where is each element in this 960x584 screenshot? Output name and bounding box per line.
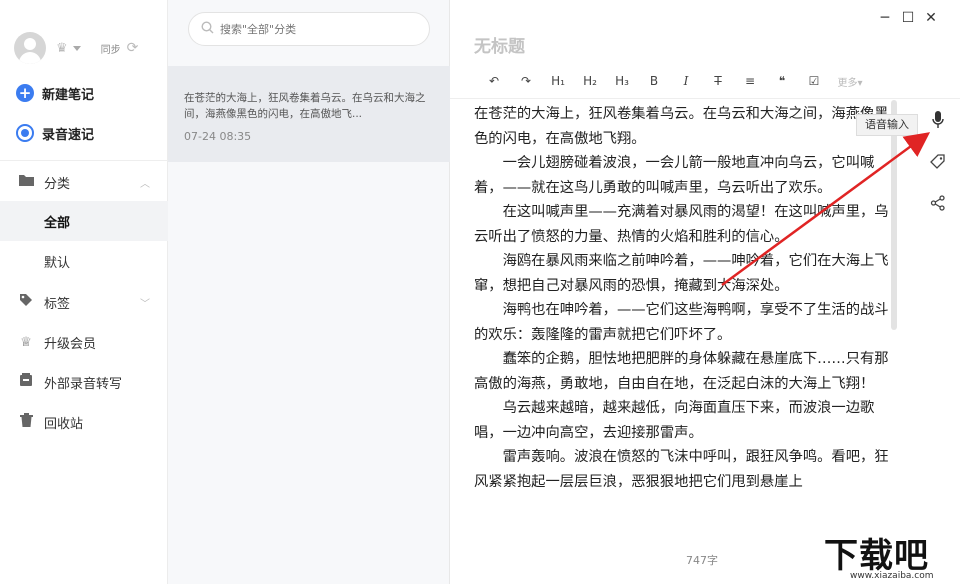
crown-icon: ♕ <box>20 334 32 350</box>
heading3-button[interactable]: H₃ <box>606 74 638 88</box>
nav-tags-label: 标签 <box>44 296 71 312</box>
nav-all[interactable]: 全部 <box>0 201 168 241</box>
new-note-label: 新建笔记 <box>42 87 95 103</box>
watermark-url: www.xiazaiba.com <box>850 571 934 581</box>
chevron-down-icon[interactable] <box>72 45 81 51</box>
paragraph: 蠢笨的企鹅，胆怯地把肥胖的身体躲藏在悬崖底下……只有那高傲的海燕，勇敢地，自由自… <box>474 351 889 392</box>
tag-icon[interactable] <box>926 150 950 174</box>
paragraph: 乌云越来越暗，越来越低，向海面直压下来，而波浪一边歌唱，一边冲向高空，去迎接那雷… <box>474 400 875 441</box>
document-title[interactable]: 无标题 <box>474 32 525 57</box>
watermark-logo: 下载吧 www.xiazaiba.com <box>824 528 960 584</box>
format-toolbar: ↶ ↷ H₁ H₂ H₃ B I T ≡ ❝ ☑ 更多▾ <box>478 70 870 92</box>
account-bar: ♛ 同步 ⟳ <box>14 30 164 66</box>
heading2-button[interactable]: H₂ <box>574 74 606 88</box>
note-date: 07-24 08:35 <box>184 130 252 143</box>
editor-panel: ─ ☐ ✕ 无标题 ↶ ↷ H₁ H₂ H₃ B I T ≡ ❝ ☑ 更多▾ 在… <box>450 0 960 584</box>
nav-trash-label: 回收站 <box>44 416 84 432</box>
new-note-button[interactable]: + 新建笔记 <box>16 81 94 105</box>
paragraph: 雷声轰响。波浪在愤怒的飞沫中呼叫，跟狂风争鸣。看吧，狂风紧紧抱起一层层巨浪，恶狠… <box>474 449 889 490</box>
plus-icon: + <box>16 84 34 102</box>
paragraph: 在苍茫的大海上，狂风卷集着乌云。在乌云和大海之间，海燕像黑色的闪电，在高傲地飞翔… <box>474 106 889 147</box>
search-box[interactable] <box>188 12 430 46</box>
minimize-icon[interactable]: ─ <box>876 10 894 26</box>
align-button[interactable]: ≡ <box>734 74 766 88</box>
sidebar: ♛ 同步 ⟳ + 新建笔记 录音速记 分类 ︿ 全部 默认 标签 ﹀ ♕ 升级会… <box>0 0 168 584</box>
nav-category-label: 分类 <box>44 176 71 192</box>
nav-tags[interactable]: 标签 ﹀ <box>0 282 168 322</box>
maximize-icon[interactable]: ☐ <box>899 10 917 26</box>
nav-transcribe-label: 外部录音转写 <box>44 376 123 392</box>
paragraph: 海鸥在暴风雨来临之前呻吟着，——呻吟着，它们在大海上飞窜，想把自己对暴风雨的恐惧… <box>474 253 889 294</box>
tag-icon <box>18 293 34 311</box>
close-icon[interactable]: ✕ <box>922 10 940 26</box>
nav-all-label: 全部 <box>44 215 71 231</box>
strikethrough-button[interactable]: T <box>702 74 734 88</box>
paragraph: 一会儿翅膀碰着波浪，一会儿箭一般地直冲向乌云，它叫喊着，——就在这鸟儿勇敢的叫喊… <box>474 155 875 196</box>
nav-category[interactable]: 分类 ︿ <box>0 162 168 202</box>
sync-icon[interactable]: ⟳ <box>127 40 139 56</box>
search-icon <box>201 20 214 38</box>
nav-trash[interactable]: 回收站 <box>0 402 168 442</box>
italic-button[interactable]: I <box>670 74 702 88</box>
nav-default[interactable]: 默认 <box>0 241 168 281</box>
trash-icon <box>18 413 34 431</box>
sync-label[interactable]: 同步 <box>101 41 121 56</box>
crown-icon[interactable]: ♛ <box>56 41 68 56</box>
bold-button[interactable]: B <box>638 74 670 88</box>
notes-list-panel: 在苍茫的大海上，狂风卷集着乌云。在乌云和大海之间，海燕像黑色的闪电，在高傲地飞.… <box>168 0 450 584</box>
search-input[interactable] <box>220 22 400 36</box>
editor-content[interactable]: 在苍茫的大海上，狂风卷集着乌云。在乌云和大海之间，海燕像黑色的闪电，在高傲地飞翔… <box>474 102 892 532</box>
watermark-text: 下载吧 <box>824 536 929 576</box>
note-preview: 在苍茫的大海上，狂风卷集着乌云。在乌云和大海之间，海燕像黑色的闪电，在高傲地飞.… <box>184 92 426 120</box>
chevron-down-icon[interactable]: ﹀ <box>140 295 150 310</box>
divider <box>0 160 168 161</box>
heading1-button[interactable]: H₁ <box>542 74 574 88</box>
recorder-icon <box>18 373 34 391</box>
divider <box>450 98 960 99</box>
list-item[interactable]: 在苍茫的大海上，狂风卷集着乌云。在乌云和大海之间，海燕像黑色的闪电，在高傲地飞.… <box>168 66 450 162</box>
redo-button[interactable]: ↷ <box>510 74 542 88</box>
nav-transcribe[interactable]: 外部录音转写 <box>0 362 168 402</box>
nav-upgrade[interactable]: ♕ 升级会员 <box>0 322 168 362</box>
nav-default-label: 默认 <box>44 255 71 271</box>
avatar[interactable] <box>14 32 46 64</box>
voice-memo-button[interactable]: 录音速记 <box>16 121 94 145</box>
undo-button[interactable]: ↶ <box>478 74 510 88</box>
checkbox-button[interactable]: ☑ <box>798 74 830 88</box>
nav-upgrade-label: 升级会员 <box>44 336 97 352</box>
voice-input-tooltip: 语音输入 <box>856 114 918 136</box>
word-count: 747字 <box>686 554 718 567</box>
paragraph: 在这叫喊声里——充满着对暴风雨的渴望！在这叫喊声里，乌云听出了愤怒的力量、热情的… <box>474 204 889 245</box>
chevron-up-icon[interactable]: ︿ <box>140 175 150 190</box>
more-button[interactable]: 更多▾ <box>830 74 870 89</box>
microphone-icon[interactable] <box>926 108 950 132</box>
voice-memo-label: 录音速记 <box>42 127 95 143</box>
folder-icon <box>18 174 34 190</box>
quote-button[interactable]: ❝ <box>766 74 798 88</box>
record-icon <box>16 124 34 142</box>
share-icon[interactable] <box>926 191 950 215</box>
paragraph: 海鸭也在呻吟着，——它们这些海鸭啊，享受不了生活的战斗的欢乐：轰隆隆的雷声就把它… <box>474 302 889 343</box>
